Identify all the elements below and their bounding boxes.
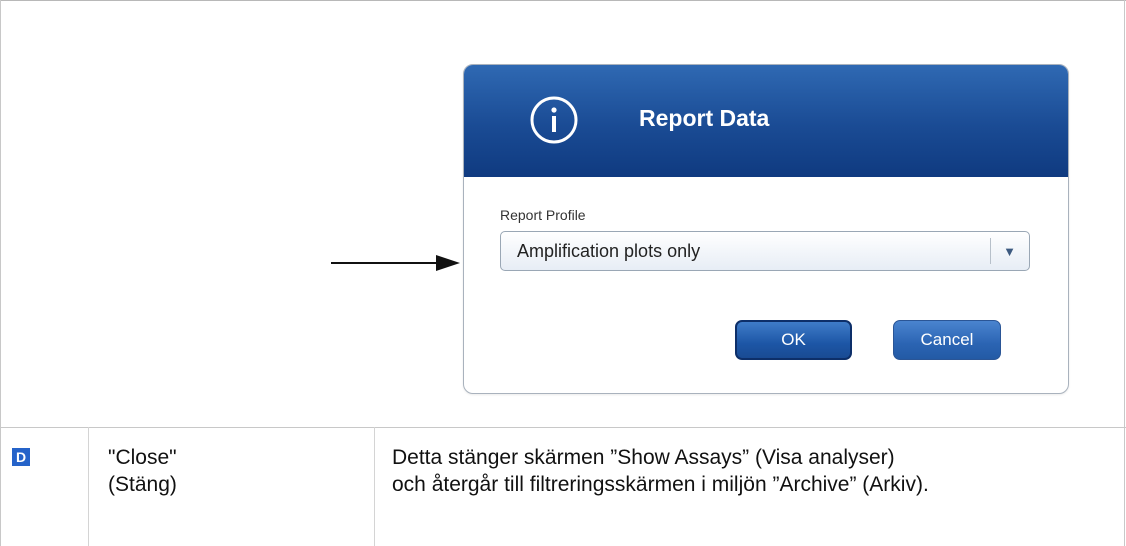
- select-divider: [990, 238, 991, 264]
- report-profile-label: Report Profile: [500, 207, 586, 223]
- row-badge: D: [12, 448, 30, 466]
- info-icon: [530, 96, 578, 144]
- element-description-line1: Detta stänger skärmen ”Show Assays” (Vis…: [392, 446, 895, 469]
- ok-button[interactable]: OK: [735, 320, 852, 360]
- report-profile-select[interactable]: Amplification plots only ▼: [500, 231, 1030, 271]
- element-description-cell: Detta stänger skärmen ”Show Assays” (Vis…: [392, 444, 1112, 498]
- chevron-down-icon[interactable]: ▼: [1003, 244, 1016, 259]
- table-column-divider-1: [88, 427, 89, 546]
- cancel-button[interactable]: Cancel: [893, 320, 1001, 360]
- element-name-line2: (Stäng): [108, 473, 177, 496]
- dialog-title: Report Data: [639, 105, 770, 131]
- arrow-head-icon: [436, 255, 460, 271]
- table-border-top: [0, 0, 1126, 1]
- table-border-right: [1124, 0, 1125, 546]
- table-column-divider-2: [374, 427, 375, 546]
- dialog-header: Report Data: [464, 65, 1068, 177]
- report-data-dialog: Report Data Report Profile Amplification…: [463, 64, 1069, 394]
- element-description-line2: och återgår till filtreringsskärmen i mi…: [392, 473, 929, 496]
- report-profile-value: Amplification plots only: [517, 241, 701, 261]
- arrow-line: [331, 262, 439, 264]
- table-border-left: [0, 0, 1, 546]
- table-row-divider: [0, 427, 1126, 428]
- element-name-cell: "Close" (Stäng): [108, 444, 177, 498]
- element-name-line1: "Close": [108, 446, 177, 469]
